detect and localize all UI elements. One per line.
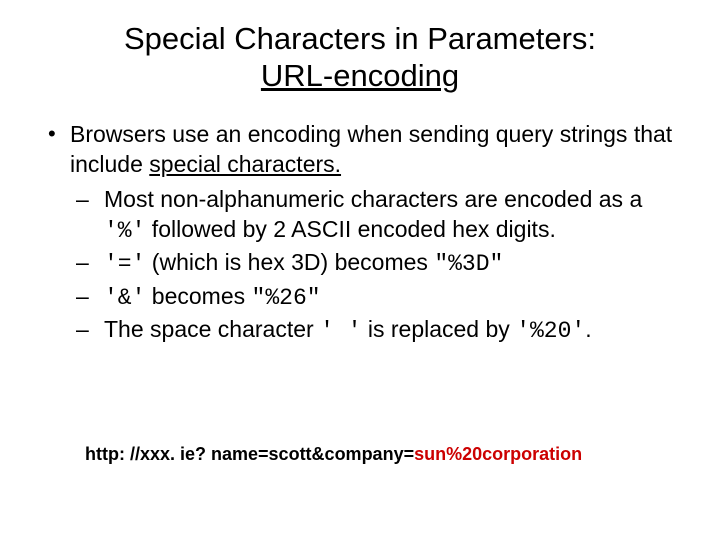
bullet-1: Browsers use an encoding when sending qu… [40, 120, 680, 346]
example-url: http: //xxx. ie? name=scott&company=sun%… [85, 444, 582, 465]
sub-bullet-1: Most non-alphanumeric characters are enc… [70, 185, 680, 246]
title-line-2: URL-encoding [261, 58, 459, 93]
slide: Special Characters in Parameters: URL-en… [0, 0, 720, 540]
sub4-post: . [585, 316, 591, 342]
sub-bullet-3: '&' becomes "%26" [70, 282, 680, 313]
sub1-pre: Most non-alphanumeric characters are enc… [104, 186, 642, 212]
sub-bullet-list: Most non-alphanumeric characters are enc… [70, 185, 680, 346]
example-url-plain: http: //xxx. ie? name=scott&company= [85, 444, 414, 464]
example-url-encoded: sun%20corporation [414, 444, 582, 464]
sub2-code2: "%3D" [434, 251, 503, 277]
sub4-code2: '%20' [516, 318, 585, 344]
sub4-pre: The space character [104, 316, 320, 342]
slide-title: Special Characters in Parameters: URL-en… [40, 20, 680, 94]
title-line-1: Special Characters in Parameters: [124, 21, 596, 56]
sub-bullet-2: '=' (which is hex 3D) becomes "%3D" [70, 248, 680, 279]
sub3-mid: becomes [145, 283, 251, 309]
bullet-1-text-underlined: special characters. [149, 151, 341, 177]
sub3-code1: '&' [104, 285, 145, 311]
sub1-post: followed by 2 ASCII encoded hex digits. [145, 216, 555, 242]
sub3-code2: "%26" [252, 285, 321, 311]
sub4-code1: ' ' [320, 318, 361, 344]
sub1-code1: '%' [104, 218, 145, 244]
slide-body: Browsers use an encoding when sending qu… [40, 120, 680, 346]
sub2-code1: '=' [104, 251, 145, 277]
bullet-list: Browsers use an encoding when sending qu… [40, 120, 680, 346]
sub2-mid: (which is hex 3D) becomes [145, 249, 434, 275]
sub4-mid: is replaced by [361, 316, 516, 342]
sub-bullet-4: The space character ' ' is replaced by '… [70, 315, 680, 346]
